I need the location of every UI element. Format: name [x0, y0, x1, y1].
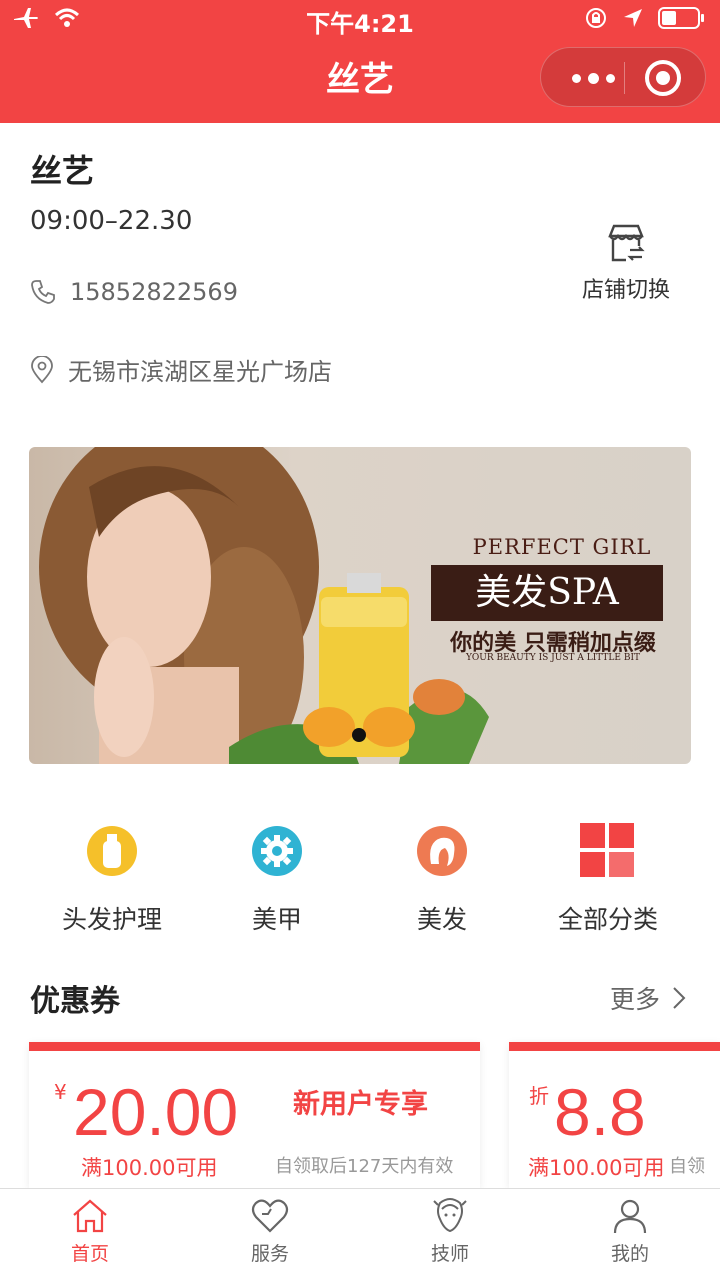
store-hours: 09:00–22.30	[30, 206, 193, 236]
coupon-card[interactable]: ¥ 20.00 满100.00可用 新用户专享 自领取后127天内有效	[29, 1042, 480, 1188]
category-all[interactable]: 全部分类	[518, 816, 698, 936]
close-program-button[interactable]	[645, 60, 681, 96]
gear-icon	[252, 826, 302, 876]
category-label: 美发	[416, 905, 467, 934]
coupon-condition: 满100.00可用	[81, 1156, 218, 1180]
coupon-validity: 自领	[669, 1156, 705, 1177]
tab-technicians[interactable]: 技师	[360, 1197, 540, 1266]
banner-tagline: YOUR BEAUTY IS JUST A LITTLE BIT	[465, 653, 641, 663]
coupon-amount: 20.00	[73, 1075, 239, 1149]
status-bar: 下午4:21	[0, 0, 720, 40]
tab-label: 技师	[430, 1243, 469, 1265]
category-nails[interactable]: 美甲	[187, 816, 367, 936]
tab-services[interactable]: 服务	[180, 1197, 360, 1266]
store-phone[interactable]: 15852822569	[30, 278, 238, 306]
chevron-right-icon	[673, 987, 686, 1009]
coupon-more-link[interactable]: 更多	[610, 980, 686, 1016]
store-address[interactable]: 无锡市滨湖区星光广场店	[30, 352, 332, 387]
grid-icon	[580, 823, 634, 877]
heart-icon	[251, 1199, 289, 1233]
phone-icon	[31, 280, 55, 304]
technician-icon	[433, 1198, 467, 1233]
coupon-condition: 满100.00可用	[528, 1156, 665, 1180]
store-name: 丝艺	[30, 152, 95, 190]
tab-label: 我的	[610, 1243, 649, 1265]
location-pin-icon	[31, 355, 53, 383]
page: 下午4:21 丝艺 丝艺 09:00–22.30 15852822569 无锡市…	[0, 0, 720, 1280]
coupon-top-bar	[509, 1042, 720, 1051]
phone-number: 15852822569	[70, 278, 238, 306]
category-label: 美甲	[251, 905, 302, 934]
carousel-indicator[interactable]	[352, 728, 366, 742]
battery-icon	[658, 7, 704, 29]
rotation-lock-icon	[586, 8, 606, 28]
tab-bar: 首页 服务 技师 我的	[0, 1188, 720, 1280]
tab-label: 服务	[250, 1243, 289, 1265]
coupon-card[interactable]: 折 8.8 满100.00可用 自领	[509, 1042, 720, 1188]
category-hair-care[interactable]: 头发护理	[22, 816, 202, 936]
more-label: 更多	[609, 985, 660, 1014]
promo-banner[interactable]: PERFECT GIRL 美发SPA 你的美 只需稍加点缀 YOUR BEAUT…	[29, 447, 691, 764]
coupon-validity: 自领取后127天内有效	[275, 1156, 454, 1177]
coupon-top-bar	[29, 1042, 480, 1051]
category-label: 头发护理	[61, 905, 162, 934]
tab-profile[interactable]: 我的	[540, 1197, 720, 1266]
coupon-section-title: 优惠券	[30, 984, 120, 1019]
category-grid: 头发护理 美甲 美发 全部分类	[0, 816, 720, 934]
bottle-icon	[87, 826, 137, 876]
store-switch-button[interactable]: 店铺切换	[570, 222, 682, 304]
capsule-divider	[624, 62, 625, 94]
status-right	[584, 6, 706, 30]
coupon-amount: 8.8	[554, 1075, 646, 1149]
coupon-tag: 新用户专享	[293, 1089, 428, 1120]
store-switch-label: 店铺切换	[581, 278, 670, 303]
coupon-discount-symbol: 折	[529, 1084, 549, 1108]
coupon-currency: ¥	[54, 1080, 67, 1104]
address-text: 无锡市滨湖区星光广场店	[68, 358, 332, 386]
top-bar: 下午4:21 丝艺	[0, 0, 720, 123]
user-icon	[613, 1199, 647, 1234]
tab-label: 首页	[70, 1243, 109, 1265]
category-label: 全部分类	[557, 905, 658, 934]
banner-title: 美发SPA	[431, 565, 663, 621]
store-switch-icon	[608, 224, 645, 262]
location-arrow-icon	[624, 9, 642, 27]
hair-icon	[417, 826, 467, 876]
category-hair[interactable]: 美发	[352, 816, 532, 936]
tab-home[interactable]: 首页	[0, 1197, 180, 1266]
home-icon	[73, 1199, 107, 1233]
more-menu-button[interactable]	[563, 58, 623, 98]
mini-program-capsule	[540, 47, 706, 107]
banner-line-1: PERFECT GIRL	[472, 535, 652, 559]
